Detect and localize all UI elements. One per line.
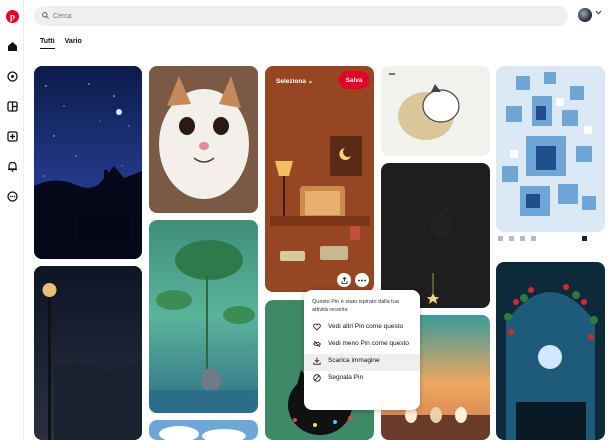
menu-header: Questo Pin è stato ispirato dalla tua at… bbox=[312, 299, 399, 313]
menu-item-see-more[interactable]: Vedi altri Pin come questo bbox=[304, 320, 420, 337]
block-icon bbox=[312, 374, 322, 385]
select-label: Seleziona bbox=[276, 78, 306, 85]
search-icon bbox=[42, 11, 49, 21]
notifications-icon[interactable] bbox=[4, 158, 20, 174]
messages-icon[interactable] bbox=[4, 188, 20, 204]
pixel-dot bbox=[509, 236, 514, 241]
home-icon[interactable] bbox=[4, 38, 20, 54]
pin-cat-face[interactable] bbox=[149, 66, 258, 213]
boards-icon[interactable] bbox=[4, 98, 20, 114]
avatar[interactable] bbox=[578, 8, 592, 22]
menu-item-label: Scarica immagine bbox=[328, 357, 380, 364]
share-icon[interactable] bbox=[337, 273, 351, 287]
menu-item-see-less[interactable]: Vedi meno Pin come questo bbox=[304, 337, 420, 354]
pin-moon-window[interactable] bbox=[496, 262, 605, 440]
pixel-dot bbox=[498, 236, 503, 241]
pin-forest-spirit[interactable] bbox=[149, 220, 258, 413]
select-board-dropdown[interactable]: Seleziona ⌄ bbox=[276, 77, 313, 85]
left-sidebar: p bbox=[0, 0, 24, 440]
pin-street-lamp[interactable] bbox=[34, 266, 142, 440]
pixel-dot bbox=[531, 236, 536, 241]
pin-context-menu: Questo Pin è stato ispirato dalla tua at… bbox=[304, 290, 420, 410]
pin-sleeping-cat[interactable] bbox=[381, 66, 490, 156]
create-icon[interactable] bbox=[4, 128, 20, 144]
pin-retro-room[interactable] bbox=[265, 66, 374, 292]
chevron-down-icon: ⌄ bbox=[307, 78, 314, 85]
menu-item-report[interactable]: Segnala Pin bbox=[304, 371, 420, 388]
pixel-dot bbox=[520, 236, 525, 241]
search-placeholder: Cerca bbox=[53, 12, 72, 20]
eye-off-icon bbox=[312, 340, 322, 351]
chevron-down-icon[interactable] bbox=[595, 10, 602, 17]
save-button[interactable]: Salva bbox=[339, 71, 369, 89]
pinterest-logo-icon[interactable]: p bbox=[4, 8, 20, 24]
pin-moon-cat[interactable] bbox=[381, 163, 490, 308]
download-icon bbox=[312, 357, 322, 368]
explore-icon[interactable] bbox=[4, 68, 20, 84]
tab-vario[interactable]: Vario bbox=[65, 38, 82, 49]
more-options-icon[interactable] bbox=[355, 273, 369, 287]
feed-tabs: Tutti Vario bbox=[40, 38, 82, 49]
svg-text:p: p bbox=[9, 11, 14, 21]
menu-item-download[interactable]: Scarica immagine bbox=[304, 354, 420, 371]
pixel-dot bbox=[582, 236, 587, 241]
pin-night-sky-cat[interactable] bbox=[34, 66, 142, 259]
tab-tutti[interactable]: Tutti bbox=[40, 38, 55, 49]
pixel-dots-row bbox=[498, 236, 587, 241]
search-input[interactable]: Cerca bbox=[34, 6, 568, 26]
pin-sky-clouds[interactable] bbox=[149, 420, 258, 440]
menu-item-label: Vedi altri Pin come questo bbox=[328, 323, 404, 330]
heart-icon bbox=[312, 323, 322, 334]
top-bar: Cerca bbox=[24, 0, 610, 32]
menu-item-label: Segnala Pin bbox=[328, 374, 364, 381]
menu-item-label: Vedi meno Pin come questo bbox=[328, 340, 409, 347]
pin-pixel-figure[interactable] bbox=[496, 66, 605, 232]
